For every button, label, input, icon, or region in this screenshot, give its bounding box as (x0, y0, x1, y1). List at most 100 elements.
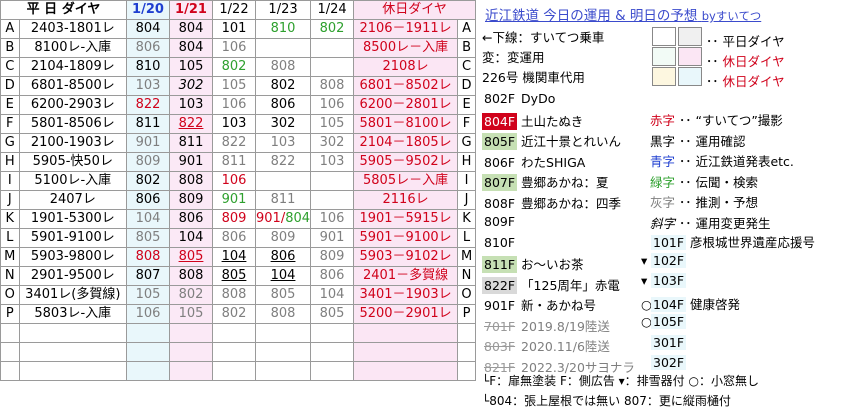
car-entry: 806F わたSHIGA (482, 152, 585, 171)
car-entry: 807F 豊郷あかね：夏 (482, 172, 609, 191)
empty-cell (18, 361, 128, 381)
loco-number: 101F (651, 235, 687, 250)
row-label: F (0, 114, 20, 134)
car-cell: 802 (212, 304, 256, 324)
car-cell: 808 (169, 266, 213, 286)
weekday-diagram: 5905-快50レ (18, 152, 128, 172)
table-row: G 2100-1903レ 901 811 822 103 302 2104－1805レ G (0, 133, 477, 153)
holiday-diagram: 1901－5915レ (353, 209, 459, 229)
row-label: A (0, 19, 20, 39)
loco-entry: ▾ 102F (641, 252, 687, 268)
car-entry: 901F 新・あかね号 (482, 295, 596, 314)
row-label-right: G (457, 133, 477, 153)
row-label-right: H (457, 152, 477, 172)
car-name: 2020.11/6陸送 (521, 339, 610, 354)
holiday-diagram: 6801－8502レ (353, 76, 459, 96)
loco-number: 103F (651, 273, 687, 288)
weekday-diagram: 2901-9500レ (18, 266, 128, 286)
weekday-diagram: 1901-5300レ (18, 209, 128, 229)
car-cell (310, 57, 355, 77)
car-cell: 106 (310, 95, 355, 115)
loco-entry: ○104F 健康啓発 (641, 296, 741, 312)
empty-cell (0, 361, 20, 381)
car-entry: 811F お～いお茶 (482, 254, 584, 273)
car-number: 811F (482, 256, 518, 273)
key-desc: 伝聞・検索 (695, 174, 758, 190)
holiday-diagram: 5901－9100レ (353, 228, 459, 248)
car-cell (310, 171, 355, 191)
loco-number: 301F (651, 334, 687, 350)
note-text: 変：変運用 (482, 50, 545, 65)
key-desc: “すいてつ”撮影 (695, 113, 783, 128)
car-cell: 806 (254, 95, 312, 115)
legend-text: 休日ダイヤ (722, 74, 785, 89)
row-label-right: B (457, 38, 477, 58)
row-label-right: C (457, 57, 477, 77)
page-title[interactable]: 近江鉄道 今日の運用 & 明日の予想 byすいてつ (485, 4, 761, 24)
car-cell: 106 (212, 38, 256, 58)
car-cell: 805 (254, 285, 312, 305)
holiday-diagram: 5805レ－入庫 (353, 171, 459, 191)
holiday-diagram: 2116レ (353, 190, 459, 210)
car-cell: 105 (126, 285, 170, 305)
car-cell: 805 (126, 228, 170, 248)
weekday-diagram: 3401レ(多賀線) (18, 285, 128, 305)
table-header-row: 平 日 ダイヤ 1/20 1/21 1/22 1/23 1/24 休日ダイヤ (0, 0, 477, 20)
holiday-diagram: 2401－多賀線 (353, 266, 459, 286)
row-label: H (0, 152, 20, 172)
footer-note-2: └804：張上屋根では無い 807：更に縦雨樋付 (482, 394, 731, 408)
car-cell: 806 (169, 209, 213, 229)
note-line: 変：変運用 (482, 47, 545, 66)
row-label-right: D (457, 76, 477, 96)
car-cell: 106 (126, 304, 170, 324)
car-cell: 808 (310, 76, 355, 96)
date-header-4: 1/23 (254, 0, 312, 20)
car-name: 豊郷あかね：夏 (521, 175, 609, 190)
car-cell: 808 (126, 247, 170, 267)
table-row: E 6200-2903レ 822 103 106 806 106 6200－2801レ E (0, 95, 477, 115)
row-label-right: P (457, 304, 477, 324)
holiday-diagram: 5903－9102レ (353, 247, 459, 267)
car-cell: 804 (169, 38, 213, 58)
car-name: 「125周年」赤電 (521, 277, 620, 293)
holiday-diagram: 8500レ－入庫 (353, 38, 459, 58)
footer-line: └F：扉無塗装 F：側広告 ▾：排雪器付 ○：小窓無し (482, 372, 759, 389)
row-label-right: J (457, 190, 477, 210)
weekday-diagram: 2407レ (18, 190, 128, 210)
row-label-right: O (457, 285, 477, 305)
car-cell: 822 (212, 133, 256, 153)
car-cell: 806 (254, 247, 312, 267)
car-cell (310, 38, 355, 58)
car-cell: 302 (254, 114, 312, 134)
car-cell: 810 (254, 19, 312, 39)
car-name: わたSHIGA (521, 154, 586, 170)
date-header-2: 1/21 (169, 0, 213, 20)
holiday-diagram: 2104－1805レ (353, 133, 459, 153)
car-cell: 802 (126, 171, 170, 191)
car-cell: 805 (310, 304, 355, 324)
car-cell (254, 171, 312, 191)
key-desc: 運用変更発生 (695, 215, 771, 231)
row-label-right: L (457, 228, 477, 248)
empty-row (0, 361, 477, 381)
car-cell: 810 (126, 57, 170, 77)
car-cell: 822 (254, 152, 312, 172)
car-number: 807F (482, 174, 518, 191)
table-row: H 5905-快50レ 809 901 811 822 103 5905－9502レ H (0, 152, 477, 172)
weekday-header: 平 日 ダイヤ (0, 0, 127, 20)
color-key: 緑字 ･･ 伝聞・検索 (650, 174, 758, 190)
car-entry: 804F 土山たぬき (482, 111, 583, 130)
car-number: 701F (484, 318, 516, 334)
car-number: 810F (484, 234, 516, 250)
loco-desc: 彦根城世界遺産応援号 (690, 235, 816, 250)
empty-cell (353, 342, 459, 362)
car-cell: 105 (310, 114, 355, 134)
empty-cell (457, 342, 477, 362)
empty-cell (353, 361, 459, 381)
weekday-diagram: 6200-2903レ (18, 95, 128, 115)
car-cell: 106 (212, 171, 256, 191)
car-cell: 806 (126, 190, 170, 210)
car-cell: 809 (254, 228, 312, 248)
table-row: I 5100レ-入庫 802 808 106 5805レ－入庫 I (0, 171, 477, 191)
row-label: D (0, 76, 20, 96)
